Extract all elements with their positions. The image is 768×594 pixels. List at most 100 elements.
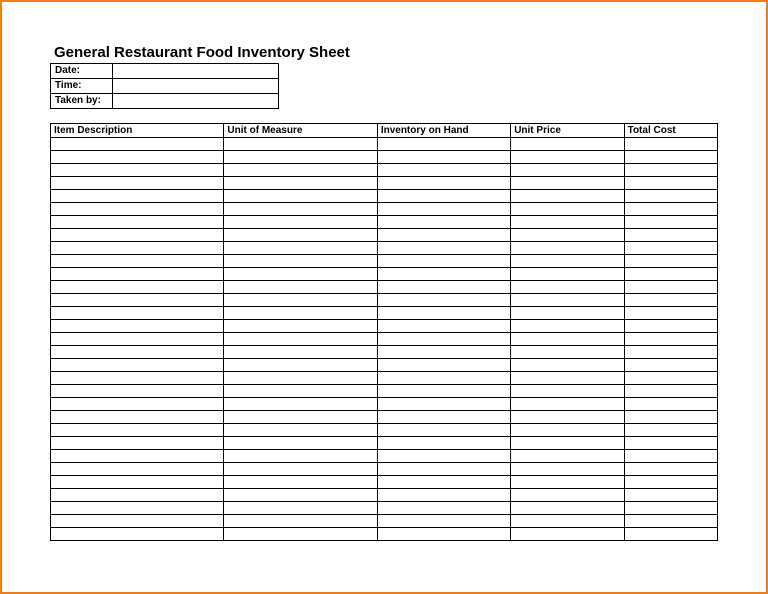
table-cell[interactable] [511, 320, 624, 333]
table-cell[interactable] [511, 346, 624, 359]
table-cell[interactable] [224, 424, 377, 437]
table-cell[interactable] [624, 333, 717, 346]
table-cell[interactable] [624, 489, 717, 502]
table-cell[interactable] [51, 372, 224, 385]
table-cell[interactable] [511, 515, 624, 528]
table-cell[interactable] [377, 216, 510, 229]
table-cell[interactable] [51, 489, 224, 502]
table-cell[interactable] [624, 203, 717, 216]
table-cell[interactable] [511, 385, 624, 398]
table-cell[interactable] [377, 333, 510, 346]
table-cell[interactable] [51, 190, 224, 203]
table-cell[interactable] [511, 398, 624, 411]
table-cell[interactable] [377, 294, 510, 307]
table-cell[interactable] [224, 359, 377, 372]
table-cell[interactable] [51, 216, 224, 229]
time-value[interactable] [113, 79, 279, 94]
table-cell[interactable] [624, 463, 717, 476]
table-cell[interactable] [511, 437, 624, 450]
table-cell[interactable] [511, 411, 624, 424]
table-cell[interactable] [624, 164, 717, 177]
table-cell[interactable] [377, 138, 510, 151]
table-cell[interactable] [624, 502, 717, 515]
table-cell[interactable] [51, 398, 224, 411]
table-cell[interactable] [51, 320, 224, 333]
table-cell[interactable] [224, 138, 377, 151]
table-cell[interactable] [51, 307, 224, 320]
table-cell[interactable] [51, 151, 224, 164]
table-cell[interactable] [624, 294, 717, 307]
table-cell[interactable] [624, 515, 717, 528]
table-cell[interactable] [624, 424, 717, 437]
table-cell[interactable] [624, 346, 717, 359]
table-cell[interactable] [511, 476, 624, 489]
table-cell[interactable] [624, 411, 717, 424]
table-cell[interactable] [224, 372, 377, 385]
table-cell[interactable] [51, 294, 224, 307]
table-cell[interactable] [377, 437, 510, 450]
table-cell[interactable] [51, 450, 224, 463]
table-cell[interactable] [51, 515, 224, 528]
table-cell[interactable] [51, 346, 224, 359]
table-cell[interactable] [377, 385, 510, 398]
table-cell[interactable] [624, 398, 717, 411]
table-cell[interactable] [224, 242, 377, 255]
table-cell[interactable] [624, 216, 717, 229]
table-cell[interactable] [624, 359, 717, 372]
table-cell[interactable] [624, 255, 717, 268]
table-cell[interactable] [624, 190, 717, 203]
table-cell[interactable] [624, 151, 717, 164]
table-cell[interactable] [511, 424, 624, 437]
table-cell[interactable] [377, 151, 510, 164]
table-cell[interactable] [377, 307, 510, 320]
table-cell[interactable] [224, 307, 377, 320]
table-cell[interactable] [224, 177, 377, 190]
table-cell[interactable] [51, 528, 224, 541]
table-cell[interactable] [224, 216, 377, 229]
table-cell[interactable] [51, 177, 224, 190]
table-cell[interactable] [511, 307, 624, 320]
table-cell[interactable] [51, 463, 224, 476]
table-cell[interactable] [51, 255, 224, 268]
table-cell[interactable] [624, 281, 717, 294]
table-cell[interactable] [511, 450, 624, 463]
table-cell[interactable] [624, 138, 717, 151]
table-cell[interactable] [224, 489, 377, 502]
table-cell[interactable] [377, 476, 510, 489]
table-cell[interactable] [511, 528, 624, 541]
table-cell[interactable] [377, 372, 510, 385]
table-cell[interactable] [51, 268, 224, 281]
table-cell[interactable] [624, 307, 717, 320]
table-cell[interactable] [51, 229, 224, 242]
table-cell[interactable] [377, 164, 510, 177]
table-cell[interactable] [224, 255, 377, 268]
table-cell[interactable] [224, 320, 377, 333]
table-cell[interactable] [224, 190, 377, 203]
table-cell[interactable] [511, 359, 624, 372]
table-cell[interactable] [224, 333, 377, 346]
table-cell[interactable] [51, 138, 224, 151]
table-cell[interactable] [624, 385, 717, 398]
table-cell[interactable] [224, 385, 377, 398]
table-cell[interactable] [377, 242, 510, 255]
table-cell[interactable] [511, 502, 624, 515]
table-cell[interactable] [511, 294, 624, 307]
table-cell[interactable] [224, 294, 377, 307]
table-cell[interactable] [511, 255, 624, 268]
table-cell[interactable] [511, 242, 624, 255]
table-cell[interactable] [51, 203, 224, 216]
table-cell[interactable] [511, 177, 624, 190]
table-cell[interactable] [51, 424, 224, 437]
table-cell[interactable] [624, 476, 717, 489]
table-cell[interactable] [377, 502, 510, 515]
table-cell[interactable] [511, 281, 624, 294]
table-cell[interactable] [224, 203, 377, 216]
table-cell[interactable] [511, 268, 624, 281]
table-cell[interactable] [224, 346, 377, 359]
table-cell[interactable] [377, 190, 510, 203]
table-cell[interactable] [224, 398, 377, 411]
taken-by-value[interactable] [113, 94, 279, 109]
table-cell[interactable] [51, 411, 224, 424]
table-cell[interactable] [51, 281, 224, 294]
table-cell[interactable] [377, 320, 510, 333]
